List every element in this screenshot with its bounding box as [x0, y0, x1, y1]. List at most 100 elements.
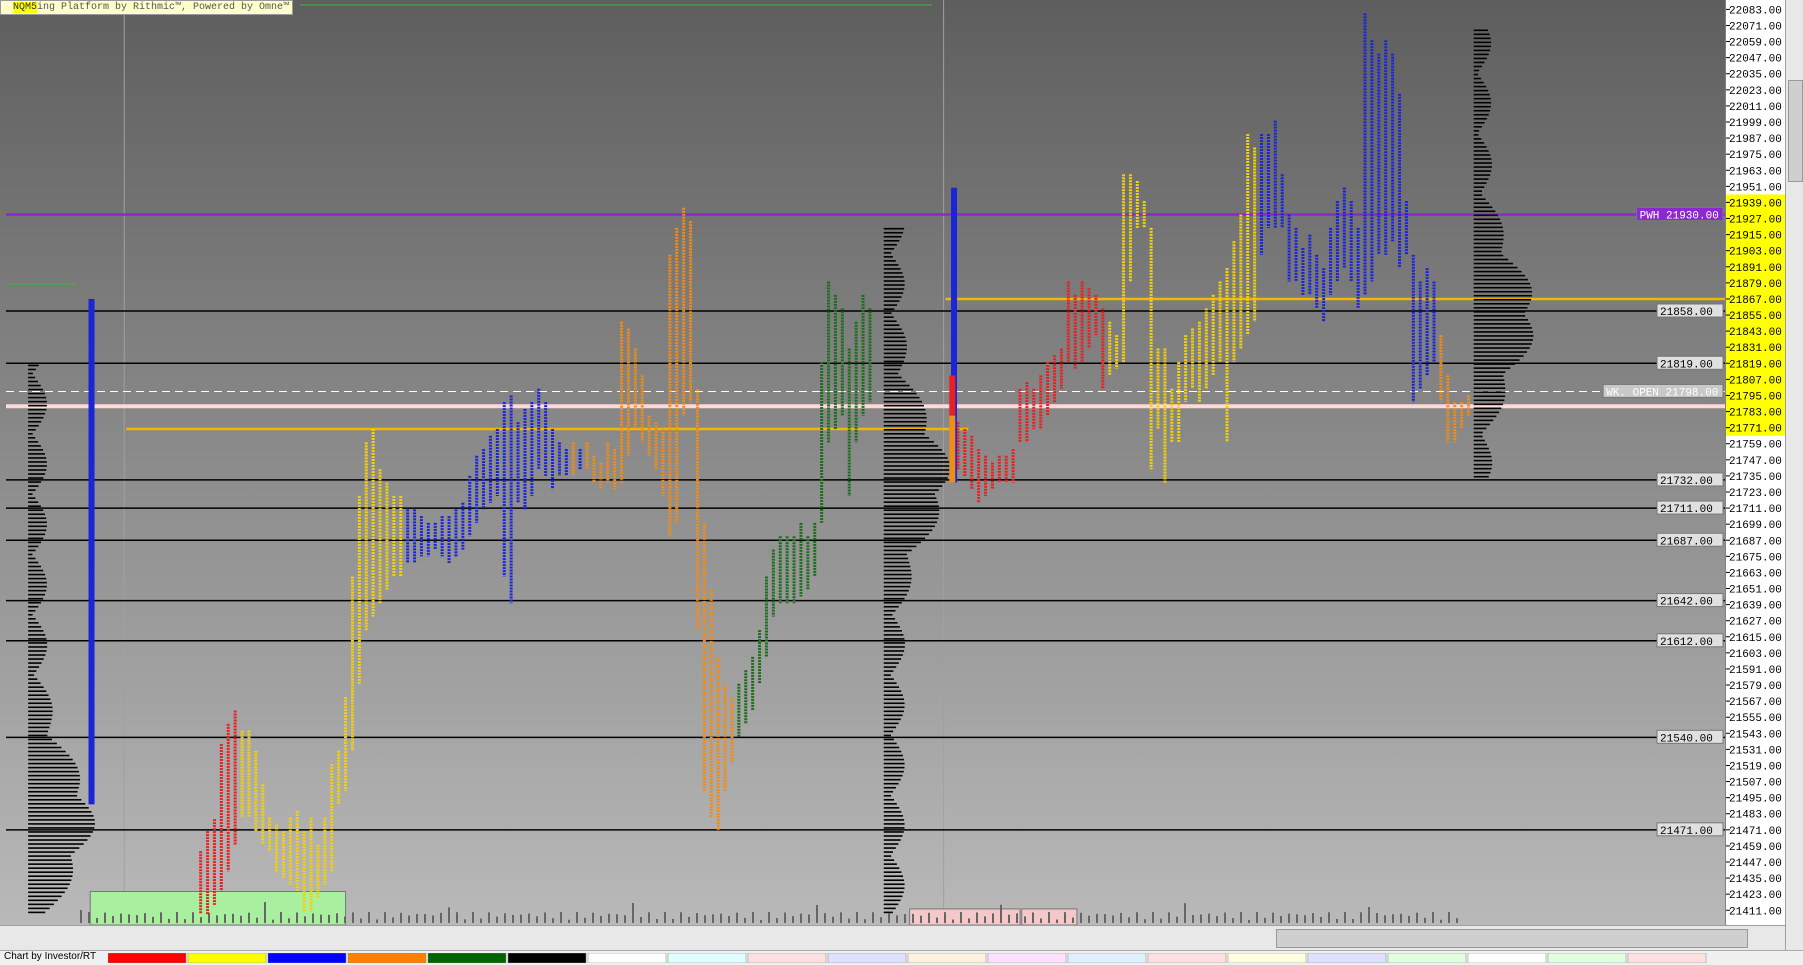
volume-profile-bar: [883, 742, 897, 745]
price-tick-label: 21651.00: [1729, 585, 1782, 597]
volume-profile-bar: [1473, 73, 1479, 76]
volume-profile-bar: [883, 843, 899, 845]
volume-bar: [1168, 912, 1170, 923]
volume-bar: [168, 918, 170, 923]
period-swatch: [1307, 953, 1387, 963]
chart-plot-area[interactable]: 6/1/256/8/2521858.0021819.0021732.002171…: [0, 0, 1725, 925]
price-tick-label: 21615.00: [1729, 633, 1782, 645]
market-profile-chart[interactable]: 6/1/256/8/2521858.0021819.0021732.002171…: [0, 0, 1725, 925]
volume-bar: [1400, 913, 1402, 923]
volume-bar: [1336, 918, 1338, 923]
volume-bar: [528, 913, 530, 923]
volume-profile-bar: [883, 364, 903, 367]
volume-bar: [232, 913, 234, 923]
volume-profile-bar: [28, 794, 78, 797]
volume-bar: [1216, 916, 1218, 923]
volume-profile-bar: [883, 227, 905, 230]
volume-profile-bar: [1473, 379, 1505, 381]
volume-profile-bar: [883, 899, 901, 902]
volume-bar: [1040, 918, 1042, 923]
volume-bar: [832, 916, 834, 923]
volume-profile-bar: [28, 642, 48, 644]
volume-profile-bar: [28, 517, 47, 520]
volume-profile-bar: [883, 300, 900, 302]
volume-profile-bar: [1473, 451, 1491, 454]
volume-profile-bar: [28, 501, 39, 503]
volume-bar: [352, 912, 354, 923]
volume-profile-bar: [1473, 166, 1492, 168]
volume-bar: [840, 912, 842, 923]
volume-profile-bar: [1473, 41, 1492, 44]
volume-bar: [1064, 912, 1066, 923]
volume-profile-bar: [883, 308, 895, 310]
volume-profile-bar: [883, 835, 903, 837]
volume-bar: [88, 912, 90, 923]
volume-bar: [1392, 914, 1394, 923]
volume-profile-bar: [883, 601, 902, 604]
volume-bar: [1160, 918, 1162, 923]
volume-profile-bar: [883, 284, 905, 286]
volume-bar: [1112, 915, 1114, 923]
horizontal-scrollbar[interactable]: [0, 925, 1785, 951]
price-tick-label: 21807.00: [1729, 375, 1782, 387]
price-tick-label: 21603.00: [1729, 649, 1782, 661]
pwh-label: PWH 21930.00: [1640, 210, 1719, 222]
volume-profile-bar: [28, 778, 81, 781]
volume-profile-bar: [28, 839, 88, 841]
volume-profile-bar: [28, 569, 44, 572]
volume-bar: [296, 912, 298, 923]
volume-bar: [80, 910, 82, 923]
level-label: 21687.00: [1660, 536, 1713, 548]
volume-profile-bar: [883, 497, 937, 499]
vertical-scrollbar[interactable]: [1785, 0, 1803, 950]
volume-profile-bar: [1473, 250, 1502, 253]
volume-profile-bar: [883, 525, 935, 528]
volume-profile-bar: [28, 798, 82, 801]
volume-profile-bar: [1473, 162, 1492, 164]
volume-profile-bar: [28, 698, 51, 701]
volume-profile-bar: [28, 481, 42, 483]
volume-profile-bar: [883, 823, 905, 825]
volume-bar: [880, 917, 882, 923]
volume-profile-bar: [883, 400, 922, 403]
volume-profile-bar: [883, 239, 900, 242]
volume-profile-bar: [1473, 186, 1485, 188]
volume-bar: [1280, 915, 1282, 923]
volume-profile-bar: [1473, 230, 1504, 233]
volume-bar: [1456, 918, 1458, 923]
volume-profile-bar: [1473, 206, 1493, 209]
volume-bar: [272, 919, 274, 923]
volume-bar: [728, 915, 730, 923]
volume-profile-bar: [28, 408, 47, 411]
volume-profile-bar: [883, 288, 905, 290]
volume-profile-bar: [1473, 266, 1518, 269]
volume-profile-bar: [28, 770, 80, 773]
volume-bar: [448, 907, 450, 923]
ib-range-bar: [949, 415, 956, 483]
volume-bar: [208, 912, 210, 923]
volume-profile-bar: [883, 268, 901, 270]
volume-profile-bar: [1473, 77, 1482, 80]
volume-profile-bar: [28, 493, 33, 495]
volume-bar: [792, 916, 794, 923]
volume-profile-bar: [883, 807, 900, 809]
volume-profile-bar: [28, 638, 47, 640]
vertical-scroll-thumb[interactable]: [1788, 80, 1803, 182]
price-axis[interactable]: 22083.00 22071.00 22059.00 22047.00 22035.00…: [1725, 0, 1786, 925]
price-tick-label: 21711.00: [1729, 504, 1782, 516]
volume-profile-bar: [28, 388, 43, 391]
price-tick-label: 21531.00: [1729, 745, 1782, 757]
volume-bar: [1248, 919, 1250, 923]
volume-profile-bar: [28, 473, 46, 475]
volume-profile-bar: [28, 380, 39, 383]
volume-bar: [1416, 912, 1418, 923]
horizontal-scroll-thumb[interactable]: [1276, 929, 1748, 948]
volume-bar: [1368, 907, 1370, 923]
volume-profile-bar: [883, 706, 905, 709]
volume-bar: [1320, 916, 1322, 923]
price-tick-label: 21519.00: [1729, 761, 1782, 773]
volume-profile-bar: [28, 521, 47, 524]
volume-bar: [960, 912, 962, 923]
volume-profile-bar: [1473, 439, 1485, 442]
volume-profile-bar: [28, 577, 47, 580]
